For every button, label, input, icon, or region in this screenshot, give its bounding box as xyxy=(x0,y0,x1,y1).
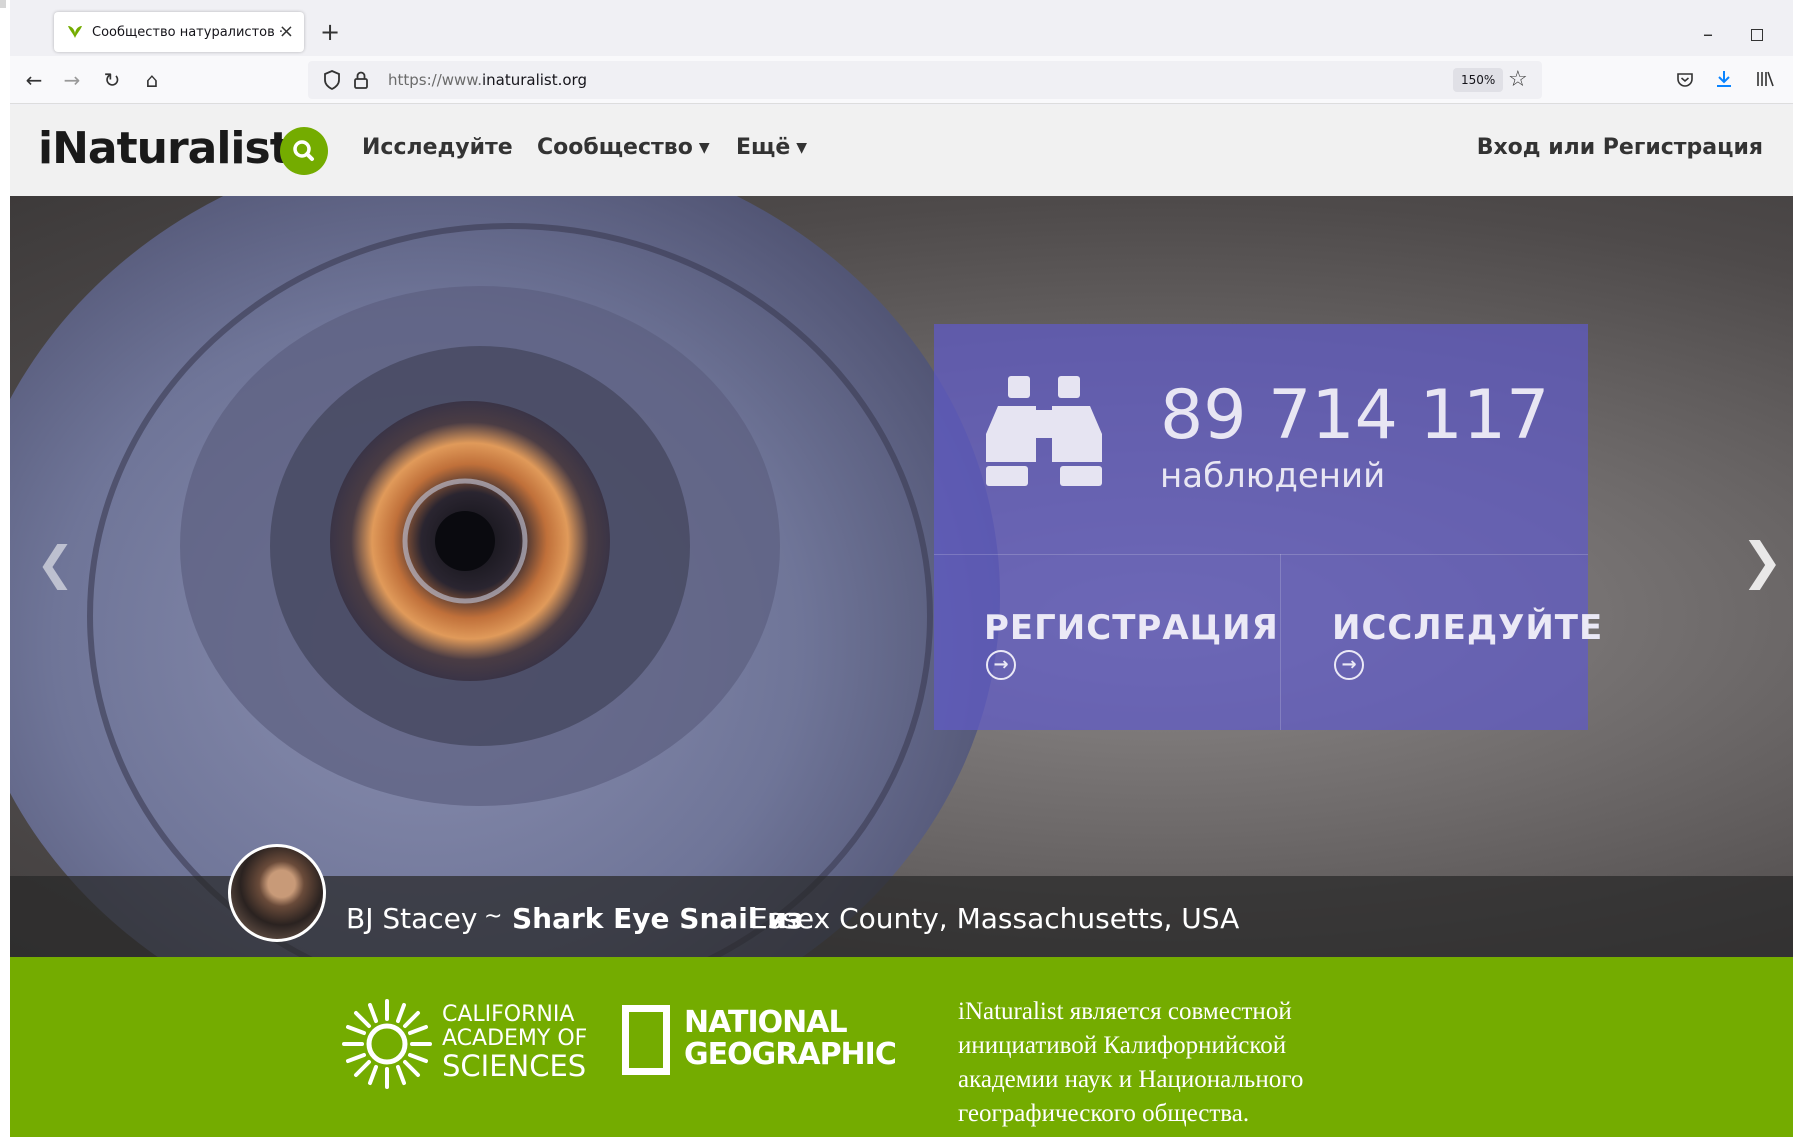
minimize-window-icon[interactable]: – xyxy=(1703,22,1713,46)
cas-line: ACADEMY OF xyxy=(442,1026,588,1051)
tracking-protection-shield-icon[interactable] xyxy=(322,69,342,91)
pocket-icon[interactable] xyxy=(1675,70,1695,90)
lock-icon[interactable] xyxy=(352,69,370,91)
home-icon[interactable]: ⌂ xyxy=(140,68,164,92)
nav-more-label: Ещё xyxy=(736,135,791,160)
search-button[interactable] xyxy=(280,127,328,175)
browser-toolbar: ← → ↻ ⌂ https://www.inaturalist.org 150%… xyxy=(10,56,1793,104)
observer-name-link[interactable]: BJ Stacey xyxy=(346,902,477,935)
panel-divider xyxy=(1280,554,1281,730)
chevron-down-icon: ▼ xyxy=(698,140,710,156)
cas-line: SCIENCES xyxy=(442,1049,587,1083)
national-geographic-frame-logo[interactable] xyxy=(622,1005,670,1075)
caption-separator: ~ xyxy=(484,904,503,929)
nav-explore-label: Исследуйте xyxy=(362,135,513,160)
arrow-right-circle-icon[interactable]: → xyxy=(986,650,1016,680)
downloads-icon[interactable] xyxy=(1713,68,1735,90)
observations-label: наблюдений xyxy=(1160,456,1386,496)
nav-explore-link[interactable]: Исследуйте xyxy=(362,135,513,160)
place-name-link[interactable]: Essex County, Massachusetts, USA xyxy=(750,902,1239,935)
nav-community-label: Сообщество xyxy=(537,135,693,160)
about-text: iNaturalist является совместной инициати… xyxy=(958,998,1304,1127)
slide-prev-arrow-icon[interactable]: ❮ xyxy=(36,536,75,590)
hero-slideshow: ❮ ❯ 89 714 117 наблюдений РЕГИСТРАЦИЯ → … xyxy=(10,196,1793,957)
site-header: iNaturalist Исследуйте Сообщество ▼ Ещё ▼ … xyxy=(10,105,1793,196)
reload-icon[interactable]: ↻ xyxy=(100,68,124,92)
ng-line: GEOGRAPHIC xyxy=(684,1037,897,1072)
close-tab-icon[interactable]: × xyxy=(279,21,294,42)
address-bar[interactable]: https://www.inaturalist.org 150% ☆ xyxy=(308,61,1542,99)
california-academy-wordmark[interactable]: CALIFORNIA ACADEMY OF SCIENCES xyxy=(442,1002,588,1083)
tab-strip: Сообщество натуралистов · iN × + – xyxy=(10,8,1793,56)
tab-title: Сообщество натуралистов · iN xyxy=(92,24,282,40)
national-geographic-wordmark[interactable]: NATIONAL GEOGRAPHIC xyxy=(684,1005,897,1072)
forward-icon[interactable]: → xyxy=(60,68,84,92)
browser-tab-active[interactable]: Сообщество натуралистов · iN × xyxy=(54,12,304,52)
back-icon[interactable]: ← xyxy=(22,68,46,92)
zoom-level-badge[interactable]: 150% xyxy=(1453,68,1504,92)
browser-window: Сообщество натуралистов · iN × + – ← → ↻… xyxy=(10,0,1793,1137)
bookmark-star-icon[interactable]: ☆ xyxy=(1508,67,1528,92)
observations-stat-panel: 89 714 117 наблюдений РЕГИСТРАЦИЯ → ИССЛ… xyxy=(934,324,1602,730)
new-tab-icon[interactable]: + xyxy=(320,20,340,44)
california-academy-sun-logo[interactable] xyxy=(340,997,434,1091)
nav-community-dropdown[interactable]: Сообщество ▼ xyxy=(537,135,710,160)
signup-cta-button[interactable]: РЕГИСТРАЦИЯ xyxy=(984,608,1279,648)
ng-line: NATIONAL xyxy=(684,1005,848,1040)
library-icon[interactable] xyxy=(1755,69,1775,89)
observations-count: 89 714 117 xyxy=(1160,376,1550,455)
slide-next-arrow-icon[interactable]: ❯ xyxy=(1741,532,1783,590)
inaturalist-favicon-icon xyxy=(68,26,82,38)
url-domain: inaturalist.org xyxy=(481,71,587,89)
observer-avatar[interactable] xyxy=(228,844,326,942)
chevron-down-icon: ▼ xyxy=(796,140,808,156)
url-prefix: https://www. xyxy=(388,71,482,89)
nav-more-dropdown[interactable]: Ещё ▼ xyxy=(736,135,807,160)
binoculars-icon xyxy=(986,376,1102,486)
partners-band: CALIFORNIA ACADEMY OF SCIENCES NATIONAL … xyxy=(10,957,1793,1137)
url-text[interactable]: https://www.inaturalist.org xyxy=(388,71,587,89)
maximize-window-icon[interactable] xyxy=(1751,29,1763,41)
cas-line: CALIFORNIA xyxy=(442,1002,575,1027)
arrow-right-circle-icon[interactable]: → xyxy=(1334,650,1364,680)
panel-divider xyxy=(934,554,1588,555)
search-icon xyxy=(293,140,314,161)
inaturalist-logo[interactable]: iNaturalist xyxy=(38,123,291,174)
explore-cta-button[interactable]: ИССЛЕДУЙТЕ xyxy=(1332,608,1603,648)
login-signup-link[interactable]: Вход или Регистрация xyxy=(1477,135,1763,160)
